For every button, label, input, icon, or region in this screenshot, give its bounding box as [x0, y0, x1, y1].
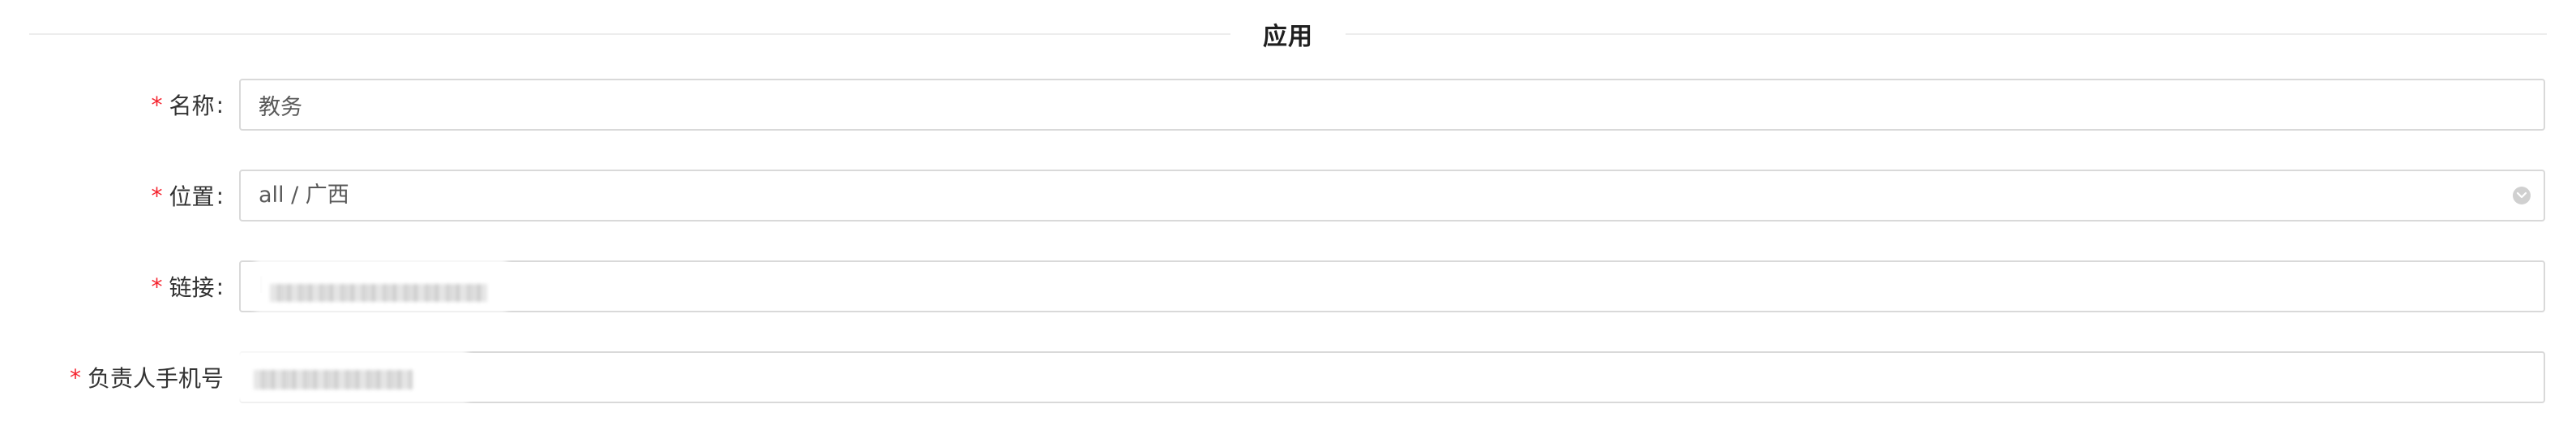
label-colon: :: [216, 273, 224, 300]
divider-line-right: [1346, 33, 2547, 35]
form-row-location: * 位置 : all / 广西: [0, 170, 2576, 221]
link-input-prefix[interactable]: h: [259, 262, 272, 311]
link-field[interactable]: h: [239, 259, 2545, 312]
link-label-text: 链接: [169, 274, 215, 301]
name-field[interactable]: [239, 79, 2545, 131]
name-label-text: 名称: [169, 92, 215, 119]
form-row-phone: * 负责人手机号: [0, 350, 2576, 403]
phone-field[interactable]: [225, 350, 2545, 403]
location-select[interactable]: all / 广西: [239, 170, 2545, 221]
section-title: 应用: [1263, 23, 1313, 51]
label-colon: :: [216, 182, 224, 209]
link-label: * 链接 :: [0, 260, 224, 312]
redacted-link-value: [270, 284, 487, 302]
phone-label-text: 负责人手机号: [87, 365, 224, 392]
redaction-mask: [225, 350, 468, 403]
required-mark: *: [151, 273, 163, 300]
divider-line-left: [29, 33, 1230, 35]
form-row-link: * 链接 : h: [0, 259, 2576, 312]
required-mark: *: [151, 91, 163, 118]
required-mark: *: [69, 363, 81, 391]
label-colon: :: [216, 91, 224, 118]
redacted-phone-value: [254, 370, 413, 389]
location-label: * 位置 :: [0, 170, 224, 221]
location-select-value: all / 广西: [259, 183, 349, 208]
required-mark: *: [151, 182, 163, 209]
location-label-text: 位置: [169, 183, 215, 210]
name-input[interactable]: [241, 80, 2544, 129]
name-label: * 名称 :: [0, 79, 224, 131]
phone-label: * 负责人手机号: [0, 351, 224, 403]
form-row-name: * 名称 :: [0, 79, 2576, 131]
section-divider: 应用: [29, 15, 2547, 54]
chevron-down-icon[interactable]: [2513, 187, 2531, 204]
redaction-mask: [255, 259, 507, 312]
